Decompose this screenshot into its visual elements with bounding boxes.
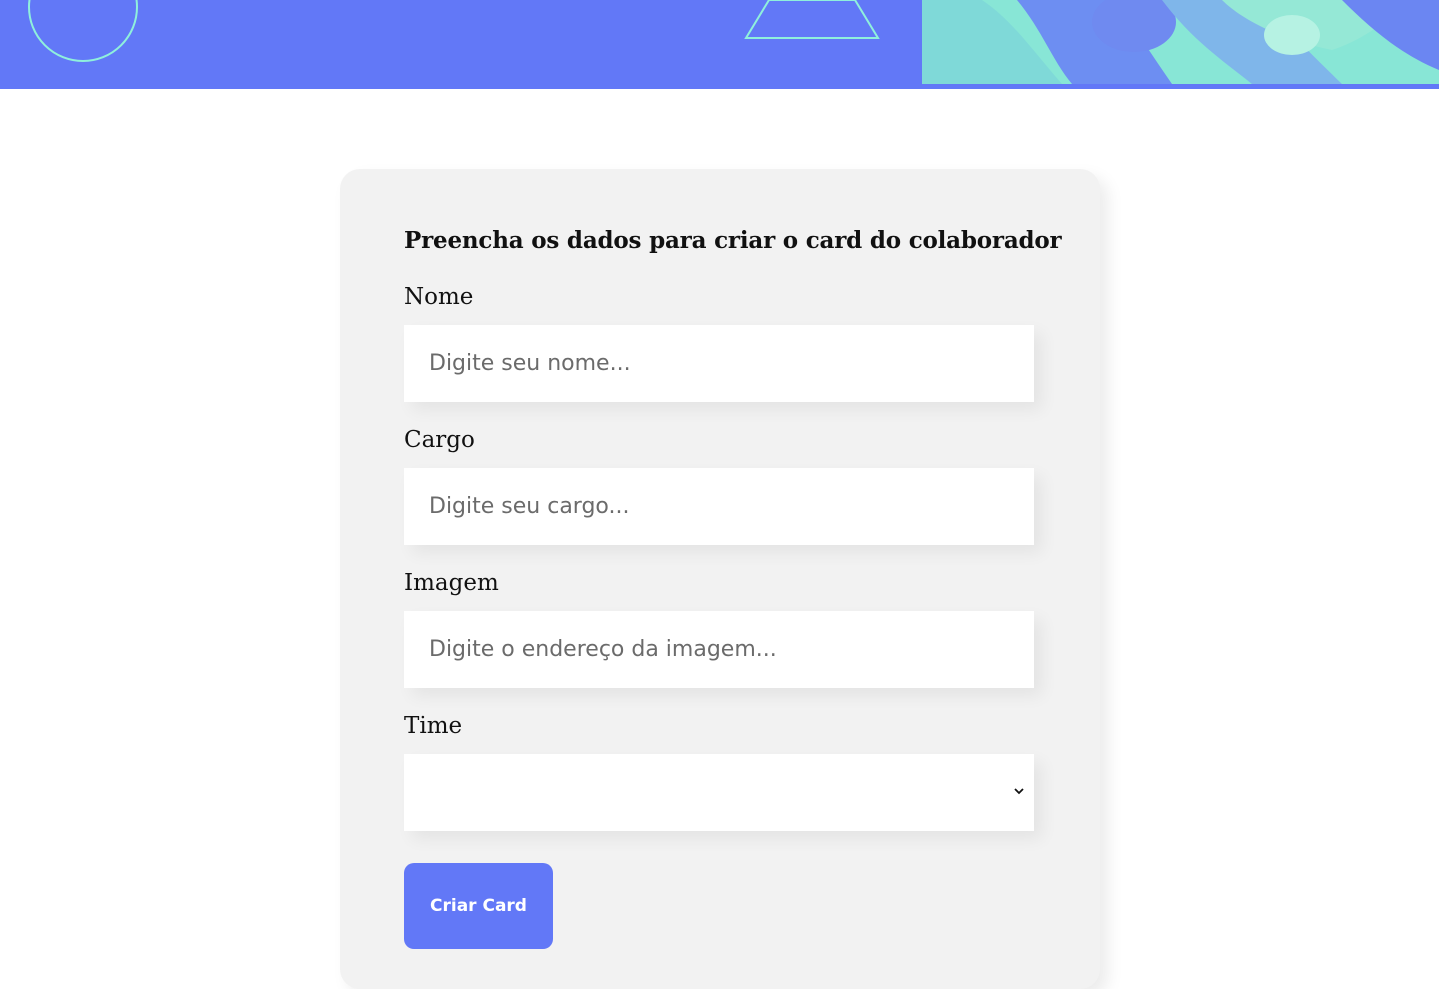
image-label: Imagem: [404, 570, 499, 596]
team-select[interactable]: [404, 754, 1034, 831]
banner-image: [922, 0, 1439, 84]
form-card: Preencha os dados para criar o card do c…: [340, 169, 1100, 989]
name-label: Nome: [404, 284, 474, 310]
name-input[interactable]: [404, 325, 1034, 402]
image-input[interactable]: [404, 611, 1034, 688]
form-title: Preencha os dados para criar o card do c…: [404, 227, 1062, 254]
circle-decoration: [28, 0, 138, 62]
team-label: Time: [404, 713, 463, 739]
role-input[interactable]: [404, 468, 1034, 545]
banner: [0, 0, 1439, 89]
create-card-button[interactable]: Criar Card: [404, 863, 553, 949]
chevron-down-icon: [1014, 788, 1024, 795]
role-label: Cargo: [404, 427, 475, 453]
triangle-decoration: [744, 0, 880, 39]
